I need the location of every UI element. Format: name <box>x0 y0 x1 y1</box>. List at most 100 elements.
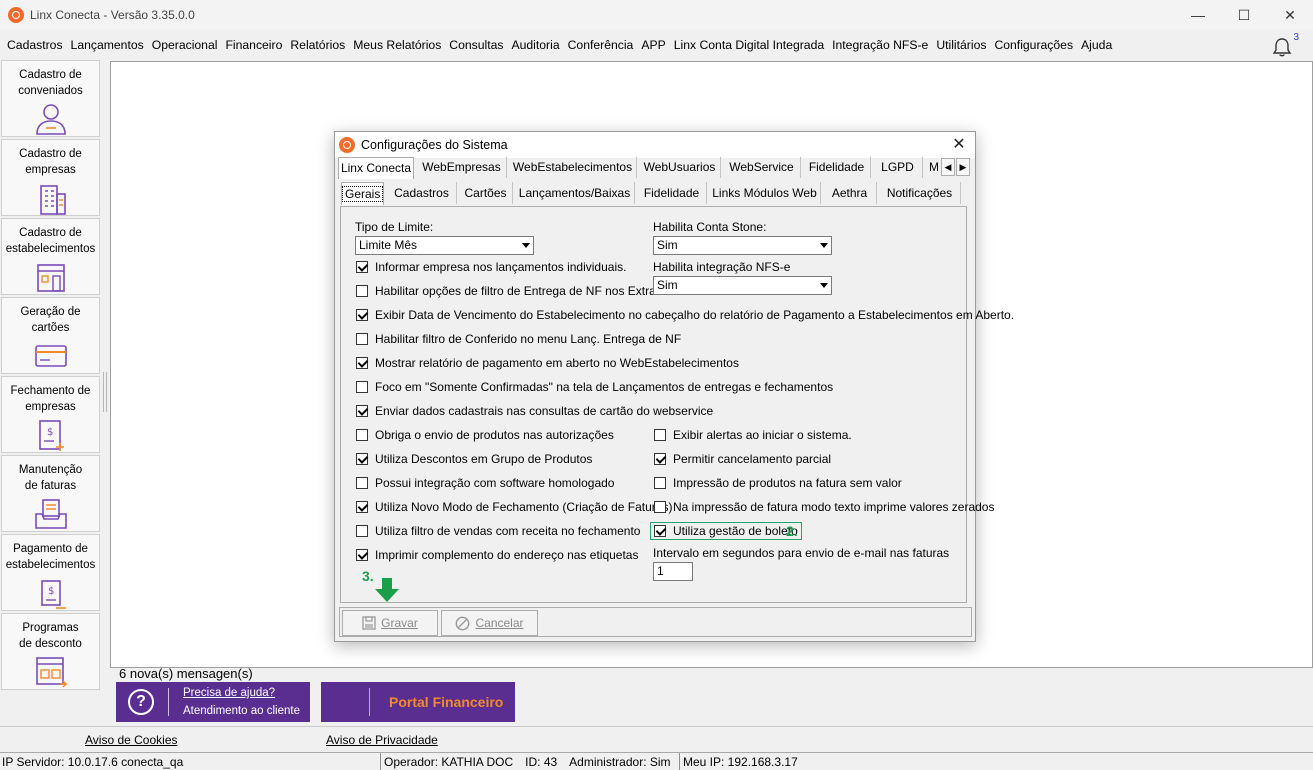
bell-icon[interactable] <box>1271 36 1293 58</box>
save-button[interactable]: Gravar <box>342 610 438 636</box>
app-logo-icon <box>8 7 24 23</box>
checkbox-right-0[interactable]: Exibir alertas ao iniciar o sistema. <box>654 427 852 443</box>
subtab-aethra[interactable]: Aethra <box>823 182 877 204</box>
checkbox-checked-icon[interactable] <box>654 525 666 537</box>
conta-stone-select[interactable]: Sim <box>653 236 832 255</box>
checkbox-unchecked-icon[interactable] <box>356 333 368 345</box>
tab-fidelidade[interactable]: Fidelidade <box>803 157 871 178</box>
subtab-gerais[interactable]: Gerais <box>341 182 384 205</box>
subtab-cartoes[interactable]: Cartões <box>459 182 513 204</box>
checkbox-left-12[interactable]: Imprimir complemento do endereço nas eti… <box>356 547 638 563</box>
minimize-button[interactable]: — <box>1175 0 1221 30</box>
checkbox-unchecked-icon[interactable] <box>654 477 666 489</box>
subtab-cadastros[interactable]: Cadastros <box>387 182 457 204</box>
sidebar-item-empresas[interactable]: Cadastro de empresas <box>1 139 100 216</box>
tab-linx-conecta[interactable]: Linx Conecta <box>338 157 414 179</box>
checkbox-checked-icon[interactable] <box>654 453 666 465</box>
menu-integracao-nfse[interactable]: Integração NFS-e <box>828 38 932 52</box>
checkbox-right-1[interactable]: Permitir cancelamento parcial <box>654 451 831 467</box>
sidebar-item-faturas[interactable]: Manutenção de faturas <box>1 455 100 532</box>
portal-financeiro-button[interactable]: Portal Financeiro <box>321 682 515 722</box>
menu-configuracoes[interactable]: Configurações <box>990 38 1077 52</box>
checkbox-checked-icon[interactable] <box>356 501 368 513</box>
checkbox-left-0[interactable]: Informar empresa nos lançamentos individ… <box>356 259 626 275</box>
intervalo-input[interactable]: 1 <box>653 562 693 581</box>
checkbox-checked-icon[interactable] <box>356 453 368 465</box>
checkbox-left-9[interactable]: Possui integração com software homologad… <box>356 475 614 491</box>
dialog-close-button[interactable]: ✕ <box>949 134 969 154</box>
sidebar-item-cartoes[interactable]: Geração de cartões <box>1 297 100 374</box>
sidebar-item-pagamento[interactable]: Pagamento de estabelecimentos $ <box>1 534 100 611</box>
subtab-lancamentos-baixas[interactable]: Lançamentos/Baixas <box>515 182 635 204</box>
close-button[interactable]: ✕ <box>1267 0 1313 30</box>
subtab-fidelidade[interactable]: Fidelidade <box>637 182 707 204</box>
chevron-down-icon[interactable] <box>816 277 831 294</box>
checkbox-checked-icon[interactable] <box>356 309 368 321</box>
checkbox-checked-icon[interactable] <box>356 261 368 273</box>
tipo-limite-select[interactable]: Limite Mês <box>355 236 534 255</box>
checkbox-left-2[interactable]: Exibir Data de Vencimento do Estabelecim… <box>356 307 1014 323</box>
menu-conferencia[interactable]: Conferência <box>564 38 638 52</box>
checkbox-right-2[interactable]: Impressão de produtos na fatura sem valo… <box>654 475 902 491</box>
sidebar-item-conveniados[interactable]: Cadastro de conveniados <box>1 60 100 137</box>
checkbox-left-1[interactable]: Habilitar opções de filtro de Entrega de… <box>356 283 675 299</box>
checkbox-unchecked-icon[interactable] <box>356 429 368 441</box>
checkbox-unchecked-icon[interactable] <box>654 429 666 441</box>
checkbox-checked-icon[interactable] <box>356 405 368 417</box>
help-link[interactable]: Precisa de ajuda? <box>183 684 300 702</box>
chevron-down-icon[interactable] <box>518 237 533 254</box>
checkbox-unchecked-icon[interactable] <box>654 501 666 513</box>
menu-utilitarios[interactable]: Utilitários <box>932 38 990 52</box>
checkbox-left-5[interactable]: Foco em "Somente Confirmadas" na tela de… <box>356 379 833 395</box>
sidebar-item-fechamento[interactable]: Fechamento de empresas $ <box>1 376 100 453</box>
checkbox-unchecked-icon[interactable] <box>356 285 368 297</box>
sidebar-label: estabelecimentos <box>5 559 96 571</box>
maximize-button[interactable]: ☐ <box>1221 0 1267 30</box>
menu-relatorios[interactable]: Relatórios <box>286 38 349 52</box>
inbox-tray-icon <box>34 499 67 529</box>
tab-webusuarios[interactable]: WebUsuarios <box>639 157 721 178</box>
menu-meus-relatorios[interactable]: Meus Relatórios <box>349 38 445 52</box>
menu-financeiro[interactable]: Financeiro <box>221 38 286 52</box>
privacy-link[interactable]: Aviso de Privacidade <box>326 733 438 747</box>
checkbox-right-4[interactable]: Utiliza gestão de boleto <box>650 522 802 540</box>
checkbox-checked-icon[interactable] <box>356 549 368 561</box>
checkbox-left-3[interactable]: Habilitar filtro de Conferido no menu La… <box>356 331 681 347</box>
checkbox-unchecked-icon[interactable] <box>356 525 368 537</box>
checkbox-left-11[interactable]: Utiliza filtro de vendas com receita no … <box>356 523 640 539</box>
menu-app[interactable]: APP <box>637 38 669 52</box>
menu-auditoria[interactable]: Auditoria <box>508 38 564 52</box>
tab-lgpd[interactable]: LGPD <box>873 157 923 178</box>
menu-cadastros[interactable]: Cadastros <box>3 38 67 52</box>
menu-lancamentos[interactable]: Lançamentos <box>67 38 148 52</box>
messages-counter[interactable]: 6 nova(s) mensagen(s) <box>119 666 253 681</box>
menu-ajuda[interactable]: Ajuda <box>1077 38 1116 52</box>
checkbox-right-3[interactable]: Na impressão de fatura modo texto imprim… <box>654 499 994 515</box>
chevron-down-icon[interactable] <box>816 237 831 254</box>
cookies-link[interactable]: Aviso de Cookies <box>85 733 178 747</box>
cancel-button[interactable]: Cancelar <box>441 610 538 636</box>
checkbox-checked-icon[interactable] <box>356 357 368 369</box>
checkbox-unchecked-icon[interactable] <box>356 477 368 489</box>
menu-consultas[interactable]: Consultas <box>445 38 507 52</box>
checkbox-unchecked-icon[interactable] <box>356 381 368 393</box>
tab-webestabelecimentos[interactable]: WebEstabelecimentos <box>509 157 637 178</box>
checkbox-left-4[interactable]: Mostrar relatório de pagamento em aberto… <box>356 355 739 371</box>
checkbox-left-7[interactable]: Obriga o envio de produtos nas autorizaç… <box>356 427 614 443</box>
subtab-notificacoes[interactable]: Notificações <box>879 182 961 204</box>
menu-linx-conta-digital[interactable]: Linx Conta Digital Integrada <box>670 38 828 52</box>
sidebar-splitter[interactable] <box>103 372 107 412</box>
help-banner[interactable]: ? Precisa de ajuda? Atendimento ao clien… <box>116 682 310 722</box>
nfse-select[interactable]: Sim <box>653 276 832 295</box>
checkbox-left-8[interactable]: Utiliza Descontos em Grupo de Produtos <box>356 451 592 467</box>
sidebar-item-programas[interactable]: Programas de desconto <box>1 613 100 690</box>
subtab-links-modulos-web[interactable]: Links Módulos Web <box>709 182 821 204</box>
tab-webempresas[interactable]: WebEmpresas <box>417 157 507 178</box>
sidebar-item-estabelecimentos[interactable]: Cadastro de estabelecimentos <box>1 218 100 295</box>
tab-webservice[interactable]: WebService <box>723 157 801 178</box>
checkbox-left-10[interactable]: Utiliza Novo Modo de Fechamento (Criação… <box>356 499 672 515</box>
menu-operacional[interactable]: Operacional <box>148 38 222 52</box>
tab-scroll-right-icon[interactable]: ▶ <box>956 158 970 176</box>
tab-scroll-left-icon[interactable]: ◀ <box>941 158 955 176</box>
checkbox-left-6[interactable]: Enviar dados cadastrais nas consultas de… <box>356 403 713 419</box>
